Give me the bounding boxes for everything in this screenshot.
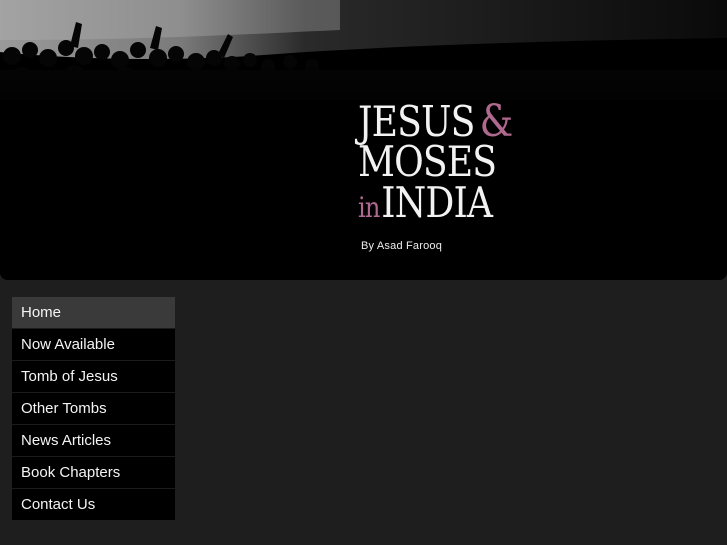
nav-item-now-available[interactable]: Now Available xyxy=(12,329,175,361)
author-byline: By Asad Farooq xyxy=(361,240,443,252)
page: JESUS & MOSES inINDIA By Asad Farooq Home… xyxy=(0,0,727,545)
nav-item-other-tombs[interactable]: Other Tombs xyxy=(12,393,175,425)
title-word-in: in xyxy=(358,191,380,224)
nav-item-home[interactable]: Home xyxy=(12,297,175,329)
title-line-2: MOSES xyxy=(358,137,497,186)
nav-item-book-chapters[interactable]: Book Chapters xyxy=(12,457,175,489)
nav-item-tomb-of-jesus[interactable]: Tomb of Jesus xyxy=(12,361,175,393)
site-title-logo: JESUS & MOSES inINDIA xyxy=(358,100,538,224)
nav-item-contact-us[interactable]: Contact Us xyxy=(12,489,175,520)
title-line-3: inINDIA xyxy=(358,182,512,224)
header-banner: JESUS & MOSES inINDIA By Asad Farooq xyxy=(0,0,727,280)
main-nav-menu: Home Now Available Tomb of Jesus Other T… xyxy=(12,297,175,520)
title-line-1: JESUS & xyxy=(358,100,513,144)
title-word-india: INDIA xyxy=(381,178,493,227)
nav-item-news-articles[interactable]: News Articles xyxy=(12,425,175,457)
